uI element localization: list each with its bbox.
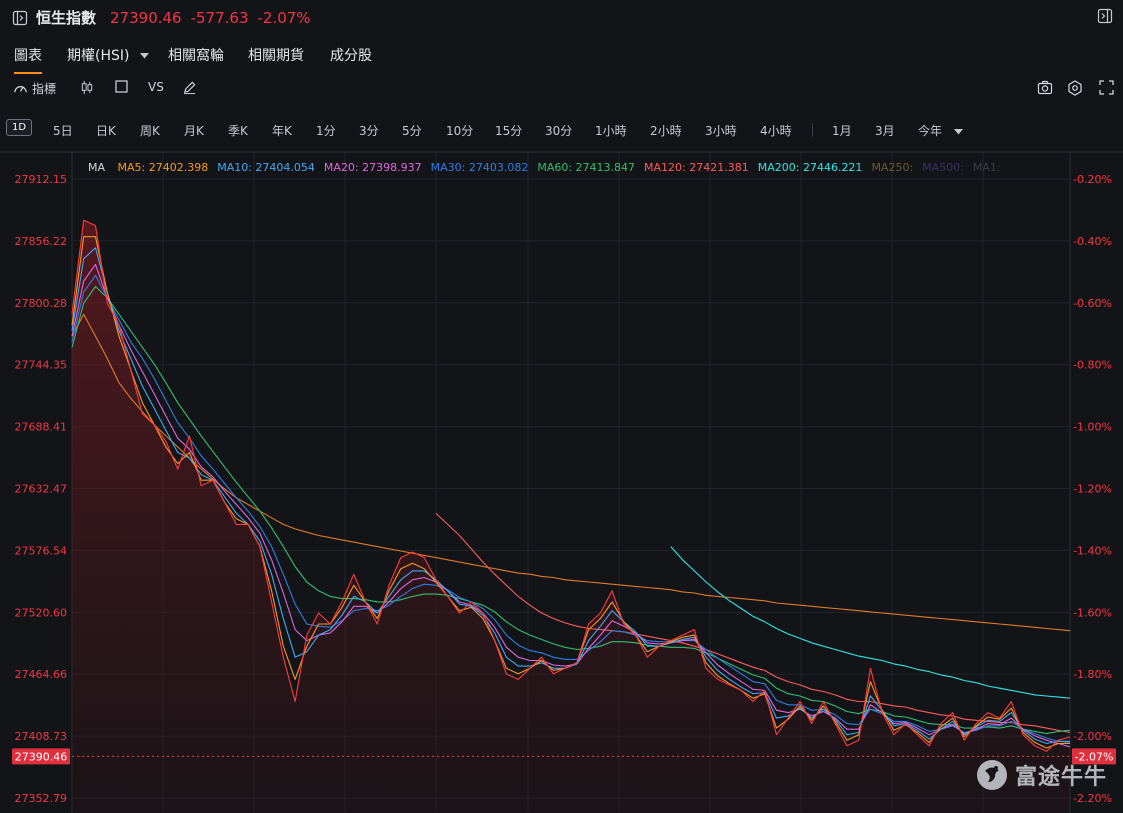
vs-label: VS bbox=[148, 80, 164, 94]
fullscreen-icon bbox=[1099, 80, 1114, 95]
drawing-box-button[interactable] bbox=[115, 80, 128, 93]
candle-style-button[interactable] bbox=[80, 80, 94, 95]
tab-futures[interactable]: 相關期貨 bbox=[248, 45, 304, 65]
y-right-tick-label: -2.20% bbox=[1073, 792, 1112, 805]
period-3h[interactable]: 3小時 bbox=[705, 122, 737, 139]
period-selector: 1D 5日 日K 周K 月K 季K 年K 1分 3分 5分 10分 15分 30… bbox=[0, 118, 1123, 142]
legend-item[interactable]: MA250: bbox=[871, 161, 913, 174]
y-tick-label: 27520.60 bbox=[15, 606, 68, 619]
period-15min[interactable]: 15分 bbox=[495, 122, 522, 139]
legend-title: MA bbox=[88, 161, 106, 174]
period-3min[interactable]: 3分 bbox=[359, 122, 379, 139]
y-tick-label: 27464.66 bbox=[15, 668, 68, 681]
y-right-tick-label: -1.00% bbox=[1073, 421, 1112, 434]
camera-icon bbox=[1037, 80, 1053, 95]
indicators-label: 指標 bbox=[32, 82, 57, 96]
tab-warrants[interactable]: 相關窩輪 bbox=[168, 45, 224, 65]
legend-item[interactable]: MA20: 27398.937 bbox=[324, 161, 422, 174]
range-select[interactable]: 今年 bbox=[918, 122, 963, 139]
y-tick-label: 27632.47 bbox=[15, 483, 68, 496]
legend-item[interactable]: MA30: 27403.082 bbox=[431, 161, 529, 174]
quote-header: 恒生指數 27390.46 -577.63 -2.07% bbox=[12, 7, 311, 28]
settings-button[interactable] bbox=[1067, 80, 1083, 100]
square-icon bbox=[115, 80, 128, 93]
period-2h[interactable]: 2小時 bbox=[650, 122, 682, 139]
period-1min[interactable]: 1分 bbox=[316, 122, 336, 139]
y-tick-label: 27408.73 bbox=[15, 730, 68, 743]
period-5d[interactable]: 5日 bbox=[53, 122, 73, 139]
period-week-k[interactable]: 周K bbox=[140, 122, 160, 139]
chevron-down-icon bbox=[953, 128, 963, 134]
period-1m[interactable]: 1月 bbox=[832, 122, 852, 139]
candlestick-icon bbox=[81, 80, 93, 95]
compare-button[interactable]: VS bbox=[148, 80, 164, 94]
period-4h[interactable]: 4小時 bbox=[760, 122, 792, 139]
y-tick-label: 27744.35 bbox=[15, 359, 68, 372]
gear-icon bbox=[1068, 80, 1082, 96]
tab-options[interactable]: 期權(HSI) bbox=[67, 45, 149, 65]
brand-watermark: 富途牛牛 bbox=[975, 758, 1107, 792]
period-10min[interactable]: 10分 bbox=[446, 122, 473, 139]
price-chart[interactable]: 27912.15 -0.20% 27856.22 -0.40% 27800.28 -0.6… bbox=[0, 150, 1123, 813]
y-right-tick-label: -1.60% bbox=[1073, 606, 1112, 619]
tab-constituents[interactable]: 成分股 bbox=[330, 45, 372, 65]
fullscreen-button[interactable] bbox=[1099, 80, 1114, 99]
legend-item[interactable]: MA200: 27446.221 bbox=[758, 161, 863, 174]
tab-bar: 圖表 期權(HSI) 相關窩輪 相關期貨 成分股 bbox=[0, 40, 1123, 74]
y-tick-label: 27352.79 bbox=[15, 792, 68, 805]
legend-item[interactable]: MA1: bbox=[973, 161, 1001, 174]
legend-item[interactable]: MA500: bbox=[922, 161, 964, 174]
y-right-tick-label: -0.40% bbox=[1073, 235, 1112, 248]
period-quarter-k[interactable]: 季K bbox=[228, 122, 248, 139]
y-tick-label: 27688.41 bbox=[15, 421, 68, 434]
y-right-tick-label: -2.00% bbox=[1073, 730, 1112, 743]
period-day-k[interactable]: 日K bbox=[96, 122, 116, 139]
futu-logo-icon bbox=[976, 760, 1007, 790]
period-month-k[interactable]: 月K bbox=[184, 122, 204, 139]
price-change: -577.63 bbox=[190, 8, 249, 27]
legend-item[interactable]: MA120: 27421.381 bbox=[644, 161, 749, 174]
legend-item[interactable]: MA10: 27404.054 bbox=[217, 161, 315, 174]
y-right-tick-label: -1.40% bbox=[1073, 544, 1112, 557]
period-3m[interactable]: 3月 bbox=[875, 122, 895, 139]
chart-area[interactable]: 27912.15 -0.20% 27856.22 -0.40% 27800.28 -0.6… bbox=[0, 150, 1123, 813]
price-area bbox=[72, 220, 1070, 813]
period-1d[interactable]: 1D bbox=[6, 119, 33, 136]
screenshot-button[interactable] bbox=[1037, 80, 1053, 99]
pencil-icon bbox=[183, 81, 196, 95]
period-1h[interactable]: 1小時 bbox=[595, 122, 627, 139]
y-right-tick-label: -1.20% bbox=[1073, 483, 1112, 496]
expand-panel-icon[interactable] bbox=[1097, 8, 1113, 24]
watermark-text: 富途牛牛 bbox=[1014, 765, 1107, 790]
y-right-tick-label: -0.60% bbox=[1073, 297, 1112, 310]
indicators-button[interactable]: 指標 bbox=[13, 80, 56, 97]
last-price: 27390.46 bbox=[110, 8, 182, 27]
draw-tool-button[interactable] bbox=[182, 80, 197, 95]
y-tick-label: 27800.28 bbox=[15, 297, 68, 310]
legend-item[interactable]: MA60: 27413.847 bbox=[537, 161, 635, 174]
collapse-panel-icon[interactable] bbox=[12, 10, 28, 26]
last-price-tag-label: 27390.46 bbox=[15, 750, 68, 763]
period-30min[interactable]: 30分 bbox=[545, 122, 572, 139]
legend-item[interactable]: MA5: 27402.398 bbox=[118, 161, 209, 174]
divider bbox=[812, 123, 813, 137]
y-tick-label: 27576.54 bbox=[15, 544, 68, 557]
tab-chart[interactable]: 圖表 bbox=[14, 45, 42, 74]
price-change-pct: -2.07% bbox=[257, 8, 311, 27]
title-bar: 恒生指數 27390.46 -577.63 -2.07% bbox=[0, 0, 1123, 32]
chart-toolbar: 指標 VS bbox=[0, 78, 1123, 100]
y-right-tick-label: -0.20% bbox=[1073, 173, 1112, 186]
period-5min[interactable]: 5分 bbox=[402, 122, 422, 139]
instrument-name: 恒生指數 bbox=[36, 9, 97, 27]
y-right-tick-label: -1.80% bbox=[1073, 668, 1112, 681]
y-right-tick-label: -0.80% bbox=[1073, 359, 1112, 372]
ma-legend: MA MA5: 27402.398 MA10: 27404.054 MA20: 27… bbox=[88, 161, 1010, 174]
period-year-k[interactable]: 年K bbox=[272, 122, 292, 139]
y-tick-label: 27912.15 bbox=[15, 173, 68, 186]
y-tick-label: 27856.22 bbox=[15, 235, 68, 248]
gauge-icon bbox=[14, 86, 27, 93]
chevron-down-icon bbox=[139, 53, 149, 59]
